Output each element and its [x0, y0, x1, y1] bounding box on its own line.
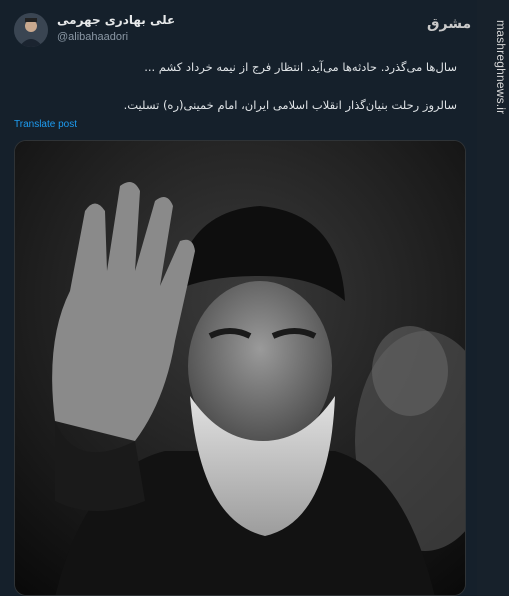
portrait-photo: [15, 141, 465, 595]
post-image[interactable]: [14, 140, 466, 596]
avatar-photo: [14, 13, 48, 47]
post-text-line-1: سال‌ها می‌گذرد. حادثه‌ها می‌آید. انتظار …: [144, 60, 457, 74]
tweet-post: علی بهادری جهرمی @alibahaadori سال‌ها می…: [0, 0, 477, 596]
translate-post-link[interactable]: Translate post: [14, 119, 77, 130]
post-text-line-2: سالروز رحلت بنیان‌گذار انقلاب اسلامی ایر…: [123, 98, 457, 112]
mashregh-logo: مشرق: [427, 16, 472, 32]
author-display-name[interactable]: علی بهادری جهرمی: [57, 13, 175, 27]
watermark-url: mashreghnews.ir: [494, 20, 508, 115]
avatar[interactable]: [14, 13, 48, 47]
author-handle[interactable]: @alibahaadori: [57, 31, 128, 43]
